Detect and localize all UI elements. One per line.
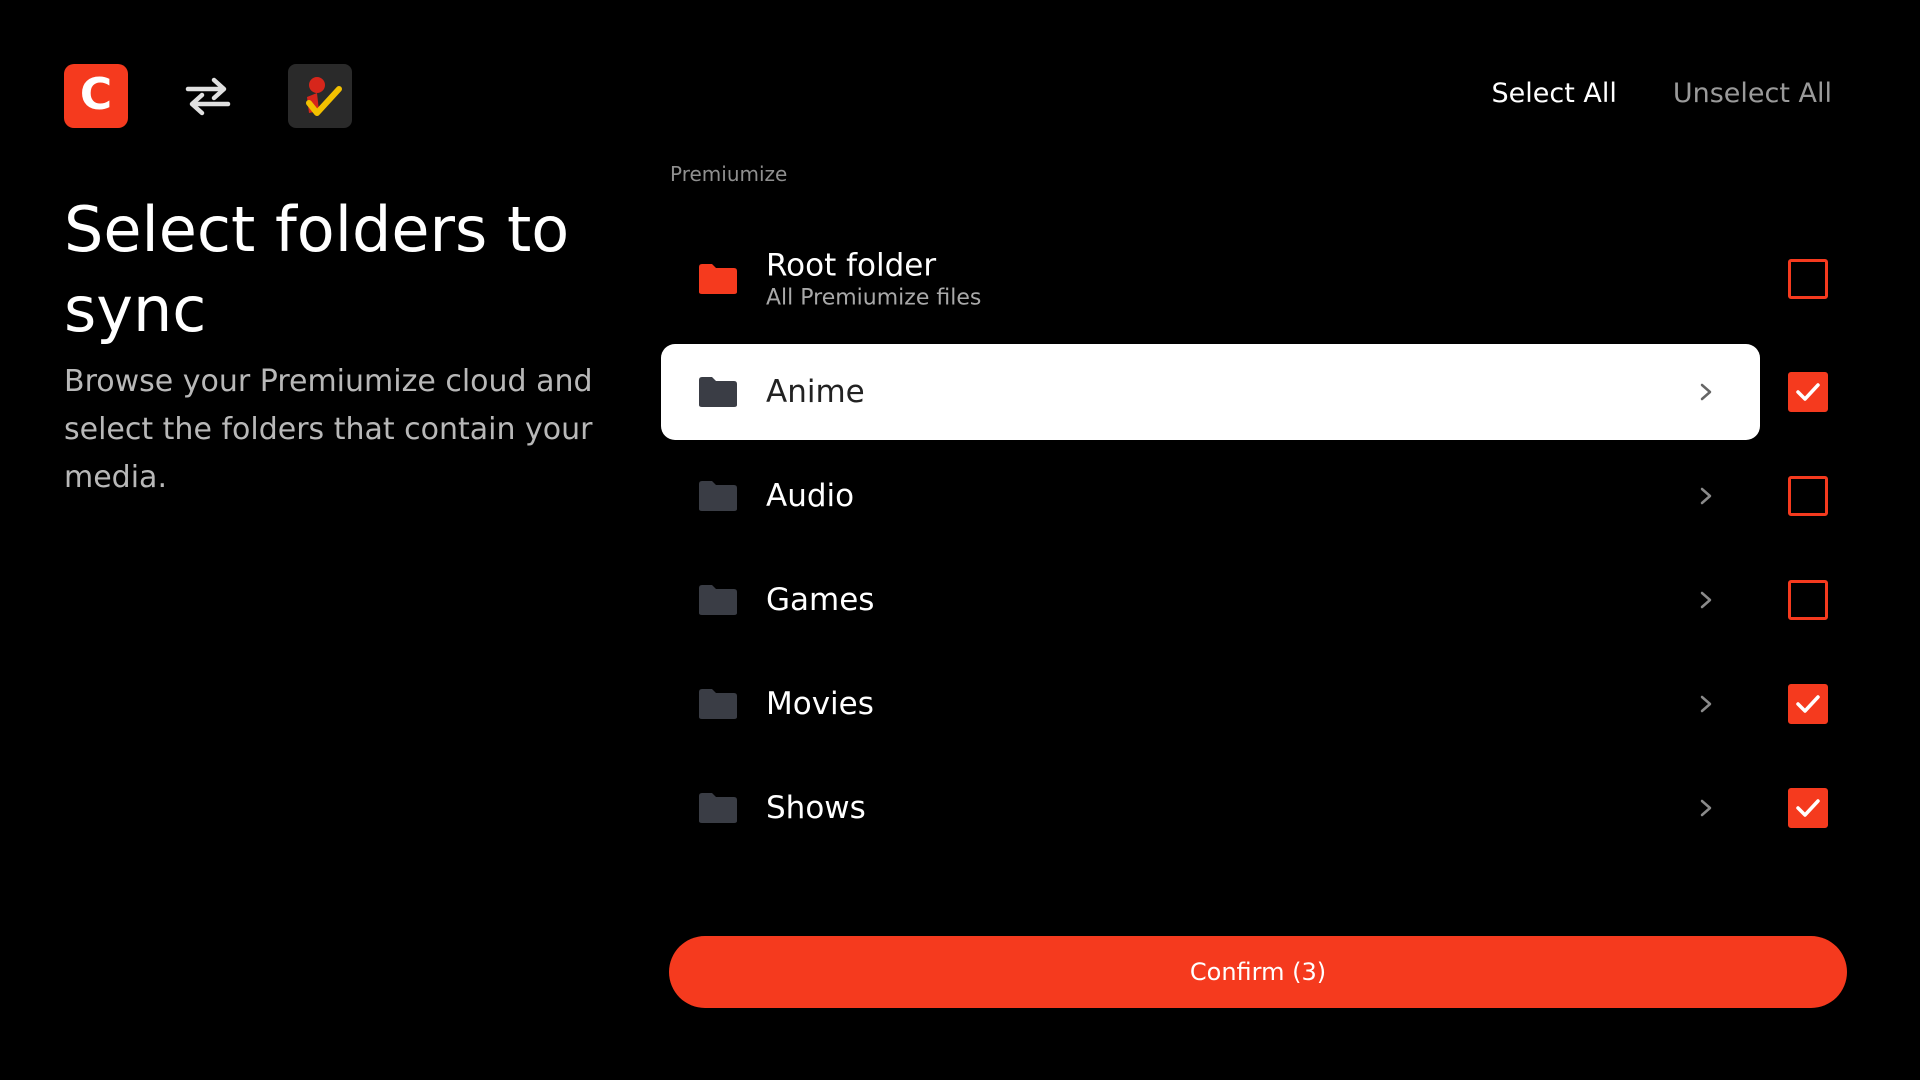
folder-icon (699, 481, 737, 511)
checkbox-root[interactable] (1788, 259, 1828, 299)
chevron-right-icon (1700, 799, 1712, 817)
page-title: Select folders to sync (64, 193, 570, 346)
folder-name: Root folder (766, 247, 937, 284)
folder-name: Games (766, 582, 875, 618)
folder-row-games[interactable]: Games (661, 552, 1760, 648)
checkbox-movies[interactable] (1788, 684, 1828, 724)
folder-icon (699, 377, 737, 407)
chevron-right-icon (1700, 591, 1712, 609)
checkmark-icon (1796, 383, 1820, 401)
checkmark-icon (1796, 695, 1820, 713)
premiumize-logo (288, 64, 352, 128)
chevron-right-icon (1700, 695, 1712, 713)
folder-row-anime[interactable]: Anime (661, 344, 1760, 440)
folder-row-audio[interactable]: Audio (661, 448, 1760, 544)
folder-texts: Movies (766, 686, 874, 722)
unselect-all-button[interactable]: Unselect All (1673, 78, 1832, 109)
folder-row-shows[interactable]: Shows (661, 760, 1760, 856)
folder-texts: Anime (766, 374, 865, 410)
header-logos: C (64, 64, 352, 128)
folder-name: Anime (766, 374, 865, 410)
folder-name: Shows (766, 790, 866, 826)
folder-icon (699, 689, 737, 719)
top-actions: Select All Unselect All (1491, 78, 1832, 109)
folder-row-movies[interactable]: Movies (661, 656, 1760, 752)
checkmark-icon (1796, 799, 1820, 817)
folder-texts: Audio (766, 478, 854, 514)
folder-icon (699, 585, 737, 615)
folder-name: Audio (766, 478, 855, 514)
app-logo: C (64, 64, 128, 128)
page-description: Browse your Premiumize cloud and select … (64, 364, 593, 495)
folder-texts: Shows (766, 790, 866, 826)
folder-icon (699, 264, 737, 294)
select-all-button[interactable]: Select All (1491, 78, 1616, 109)
checkbox-games[interactable] (1788, 580, 1828, 620)
checkbox-anime[interactable] (1788, 372, 1828, 412)
checkbox-audio[interactable] (1788, 476, 1828, 516)
sync-arrows-icon (176, 64, 240, 128)
folder-subtitle: All Premiumize files (766, 285, 982, 311)
folder-sync-screen: C Select All Unselect All Select folders… (0, 0, 1920, 1080)
intro-panel: Select folders to sync Browse your Premi… (64, 190, 624, 502)
checkbox-shows[interactable] (1788, 788, 1828, 828)
folder-icon (699, 793, 737, 823)
folder-texts: Root folder All Premiumize files (766, 248, 981, 311)
folder-name: Movies (766, 686, 874, 722)
chevron-right-icon (1700, 383, 1712, 401)
confirm-button[interactable]: Confirm (3) (669, 936, 1847, 1008)
folder-row-root[interactable]: Root folder All Premiumize files (661, 231, 1760, 327)
app-logo-letter: C (79, 69, 113, 120)
section-label: Premiumize (670, 162, 788, 186)
chevron-right-icon (1700, 487, 1712, 505)
folder-texts: Games (766, 582, 874, 618)
